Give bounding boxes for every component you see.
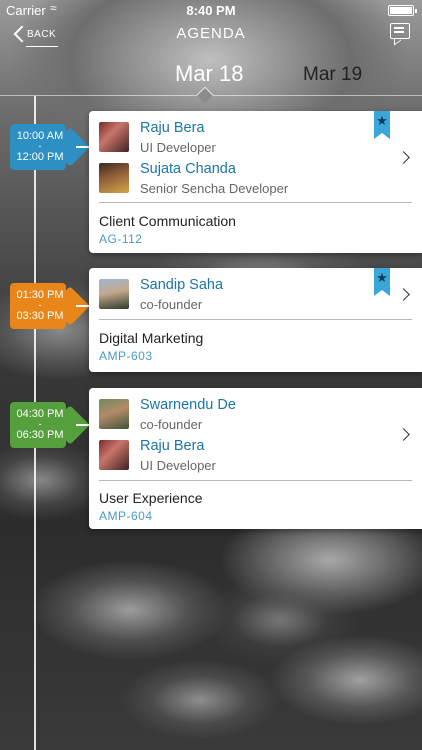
chevron-right-icon[interactable] [397, 151, 410, 164]
chevron-right-icon[interactable] [397, 428, 410, 441]
speaker: Sujata Chanda Senior Sencha Developer [99, 161, 379, 196]
avatar [99, 122, 129, 152]
end-time: 12:00 PM [16, 151, 64, 163]
avatar [99, 163, 129, 193]
session-topic: Digital Marketing [99, 330, 204, 346]
connector [76, 146, 90, 148]
session-topic: User Experience [99, 490, 203, 506]
status-bar: Carrier ≈ 8:40 PM [0, 0, 422, 20]
battery-icon [388, 5, 417, 16]
divider [99, 480, 412, 481]
connector [76, 305, 90, 307]
chat-icon[interactable] [390, 23, 410, 39]
session-code: AG-112 [99, 232, 143, 246]
end-time: 03:30 PM [16, 310, 64, 322]
speaker-role: UI Developer [140, 140, 216, 155]
speaker-name: Swarnendu De [140, 397, 236, 413]
date-tabs: Mar 18 Mar 19 [0, 55, 422, 104]
time-tag: 10:00 AM - 12:00 PM [10, 124, 90, 170]
avatar [99, 399, 129, 429]
speaker-name: Sandip Saha [140, 277, 224, 293]
session-card[interactable]: ★ Sandip Saha co-founder Digital Marketi… [89, 268, 422, 372]
speaker-role: Senior Sencha Developer [140, 181, 289, 196]
session-topic: Client Communication [99, 213, 236, 229]
nav-bar: BACK AGENDA [0, 20, 422, 50]
speaker-name: Sujata Chanda [140, 161, 236, 177]
status-time: 8:40 PM [186, 3, 236, 18]
speaker: Raju Bera UI Developer [99, 438, 379, 473]
speaker-name: Raju Bera [140, 120, 205, 136]
speaker: Sandip Saha co-founder [99, 277, 379, 312]
connector [76, 424, 90, 426]
tab-mar-18[interactable]: Mar 18 [175, 61, 243, 87]
speaker: Raju Bera UI Developer [99, 120, 379, 155]
avatar [99, 279, 129, 309]
session-card[interactable]: ★ Raju Bera UI Developer Sujata Chanda S… [89, 111, 422, 253]
session-card[interactable]: Swarnendu De co-founder Raju Bera UI Dev… [89, 388, 422, 529]
divider [99, 319, 412, 320]
speaker-role: UI Developer [140, 458, 216, 473]
speaker-role: co-founder [140, 297, 203, 312]
time-tag: 04:30 PM - 06:30 PM [10, 402, 90, 448]
avatar [99, 440, 129, 470]
speaker: Swarnendu De co-founder [99, 397, 379, 432]
end-time: 06:30 PM [16, 429, 64, 441]
chevron-right-icon[interactable] [397, 288, 410, 301]
active-tab-indicator [196, 86, 214, 104]
divider [99, 202, 412, 203]
session-code: AMP-604 [99, 509, 153, 523]
tab-mar-19[interactable]: Mar 19 [303, 64, 362, 86]
speaker-role: co-founder [140, 417, 203, 432]
session-code: AMP-603 [99, 349, 153, 363]
speaker-name: Raju Bera [140, 438, 205, 454]
page-title: AGENDA [176, 25, 246, 42]
time-tag: 01:30 PM - 03:30 PM [10, 283, 90, 329]
